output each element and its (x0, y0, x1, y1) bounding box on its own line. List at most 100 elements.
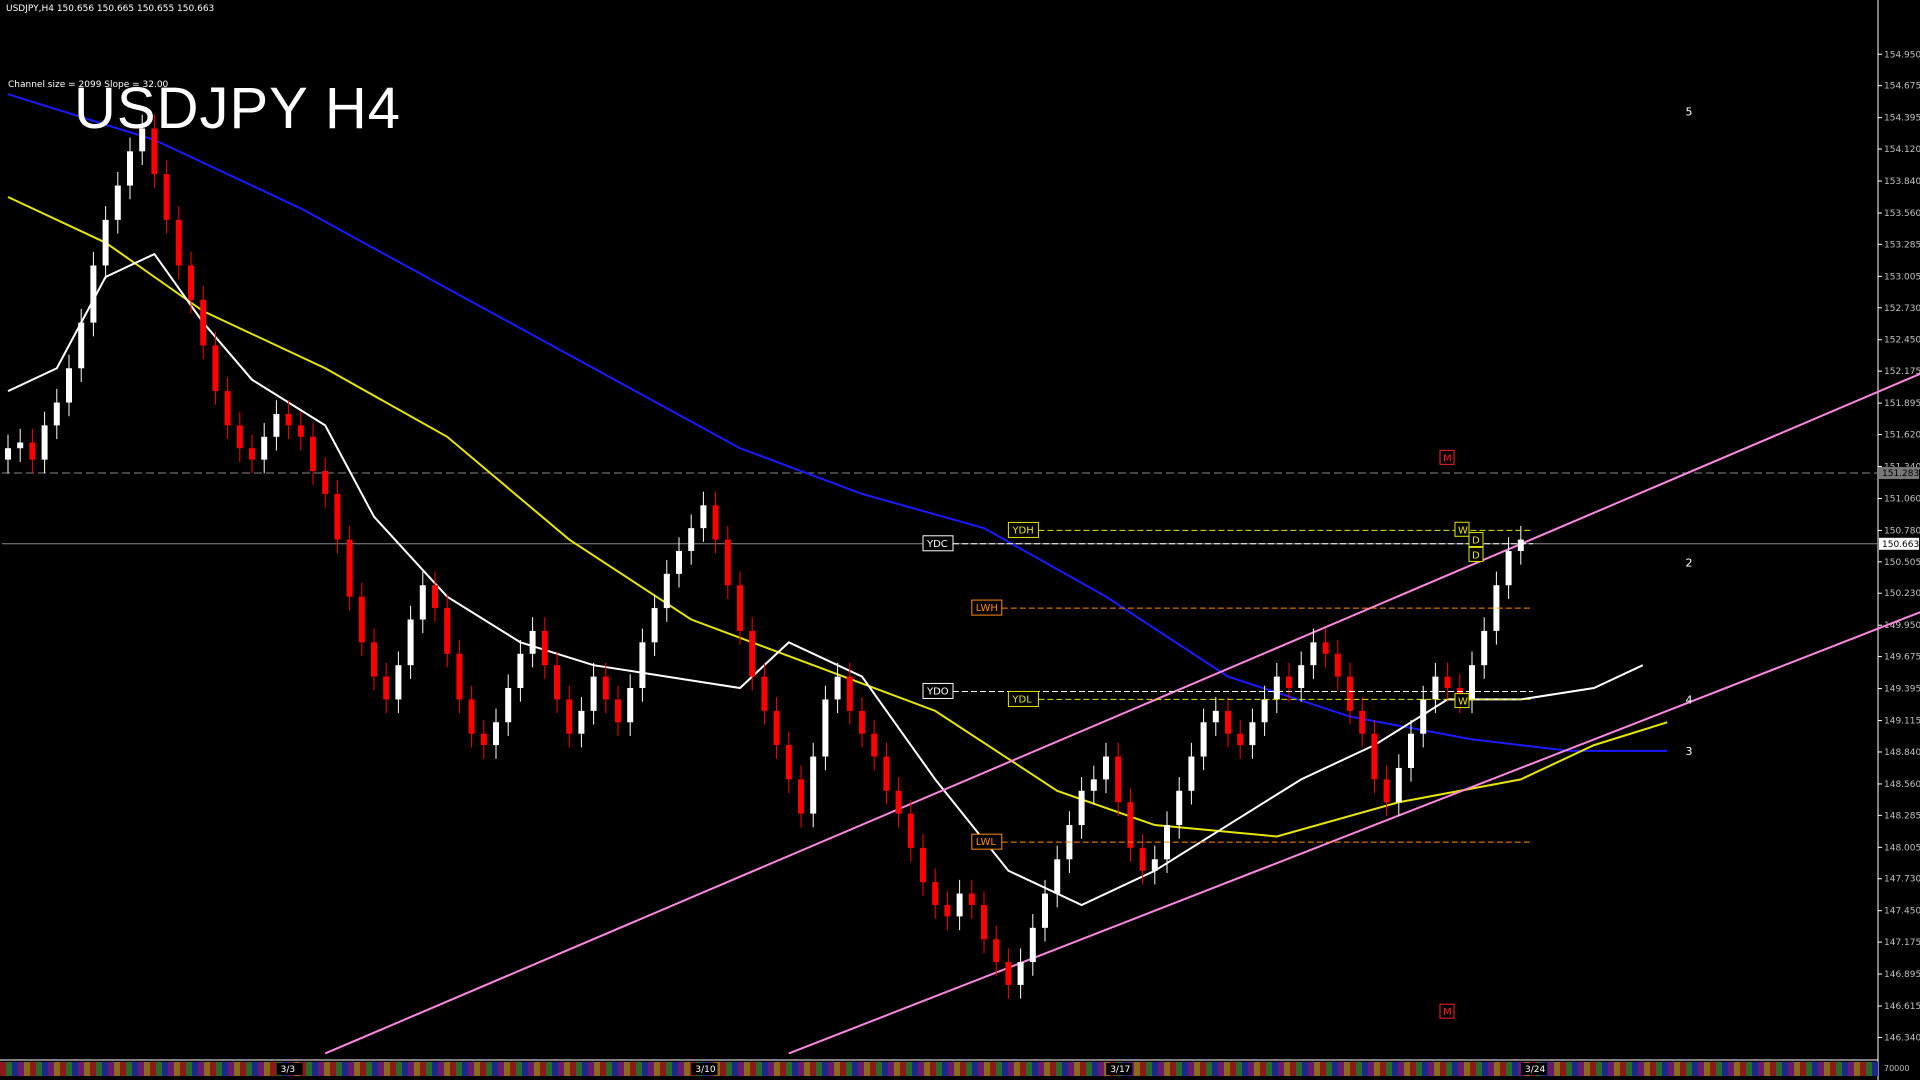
time-strip-segment (594, 1062, 600, 1076)
time-strip-segment (210, 1062, 216, 1076)
time-strip-segment (1626, 1062, 1632, 1076)
time-strip-segment (1164, 1062, 1170, 1076)
time-strip-segment (1710, 1062, 1716, 1076)
candle-body (5, 448, 11, 460)
time-strip-segment (930, 1062, 936, 1076)
time-strip-segment (1674, 1062, 1680, 1076)
time-strip-segment (516, 1062, 522, 1076)
time-strip-segment (606, 1062, 612, 1076)
time-strip-segment (78, 1062, 84, 1076)
time-strip-segment (1554, 1062, 1560, 1076)
time-strip-segment (90, 1062, 96, 1076)
time-strip-segment (1020, 1062, 1026, 1076)
time-strip-segment (84, 1062, 90, 1076)
time-strip-segment (804, 1062, 810, 1076)
price-tick-label: 152.450 (1884, 336, 1920, 346)
wave-label: 3 (1686, 745, 1693, 758)
time-strip-segment (918, 1062, 924, 1076)
time-strip-segment (846, 1062, 852, 1076)
time-strip-segment (138, 1062, 144, 1076)
wave-label: 4 (1686, 693, 1693, 706)
time-strip-segment (426, 1062, 432, 1076)
chart-root: 154.950 154.675 154.395 154.120 153.840 153.5… (0, 0, 1920, 1080)
price-tick-label: 146.340 (1884, 1033, 1920, 1043)
price-tick-label: 152.730 (1884, 304, 1920, 314)
candle-body (407, 619, 414, 666)
time-strip-segment (882, 1062, 888, 1076)
time-strip-segment (1656, 1062, 1662, 1076)
timeframe-marker-label: W (1458, 697, 1468, 708)
time-strip-segment (1194, 1062, 1200, 1076)
time-strip-segment (258, 1062, 264, 1076)
candle-body (358, 596, 365, 643)
time-strip-segment (1098, 1062, 1104, 1076)
time-strip-segment (576, 1062, 582, 1076)
time-strip-segment (366, 1062, 372, 1076)
candle-body (285, 413, 292, 426)
candle-body (468, 699, 475, 734)
candle-body (1359, 710, 1366, 734)
candle-body (1188, 756, 1195, 791)
time-strip-segment (1488, 1062, 1494, 1076)
time-strip-segment (1320, 1062, 1326, 1076)
time-strip-segment (378, 1062, 384, 1076)
time-strip-segment (1770, 1062, 1776, 1076)
candle-body (334, 493, 341, 540)
time-strip-segment (330, 1062, 336, 1076)
candle-body (700, 505, 707, 529)
candle-body (749, 630, 756, 677)
time-strip-segment (48, 1062, 54, 1076)
time-strip-segment (1302, 1062, 1308, 1076)
time-strip-segment (948, 1062, 954, 1076)
date-label: 3/3 (281, 1065, 295, 1075)
time-strip-segment (780, 1062, 786, 1076)
time-strip-segment (216, 1062, 222, 1076)
time-strip-segment (1284, 1062, 1290, 1076)
candle-body (1054, 859, 1061, 894)
time-strip-segment (588, 1062, 594, 1076)
time-strip-segment (114, 1062, 120, 1076)
time-strip-segment (1428, 1062, 1434, 1076)
time-strip-segment (822, 1062, 828, 1076)
price-marker-label: 150.663 (1882, 540, 1919, 550)
time-strip-segment (306, 1062, 312, 1076)
candle-body (480, 733, 487, 746)
time-strip-segment (960, 1062, 966, 1076)
time-strip-segment (900, 1062, 906, 1076)
candle-body (1298, 665, 1305, 689)
candle-body (1286, 676, 1292, 689)
time-strip-segment (1380, 1062, 1386, 1076)
time-strip-segment (396, 1062, 402, 1076)
time-strip-segment (990, 1062, 996, 1076)
time-strip-segment (1050, 1062, 1056, 1076)
time-strip-segment (684, 1062, 690, 1076)
time-strip-segment (1734, 1062, 1740, 1076)
time-strip-segment (1764, 1062, 1770, 1076)
candle-body (419, 585, 426, 620)
time-strip-segment (1758, 1062, 1764, 1076)
time-strip-segment (1080, 1062, 1086, 1076)
time-strip-segment (744, 1062, 750, 1076)
time-strip-segment (1512, 1062, 1518, 1076)
time-strip-segment (564, 1062, 570, 1076)
candle-body (1432, 676, 1439, 700)
candle-body (615, 699, 621, 723)
time-strip-segment (1170, 1062, 1176, 1076)
time-strip-segment (1212, 1062, 1218, 1076)
time-strip-segment (6, 1062, 12, 1076)
symbol-quote-line: USDJPY,H4 150.656 150.665 150.655 150.66… (6, 4, 215, 14)
time-strip-segment (162, 1062, 168, 1076)
candle-body (871, 733, 878, 757)
time-strip-segment (360, 1062, 366, 1076)
candle-body (212, 345, 219, 392)
price-tick-label: 153.560 (1884, 209, 1920, 219)
candle-body (322, 471, 329, 494)
time-strip-segment (1644, 1062, 1650, 1076)
time-strip-segment (1182, 1062, 1188, 1076)
time-strip-segment (1500, 1062, 1506, 1076)
time-strip-segment (372, 1062, 378, 1076)
time-strip-segment (1410, 1062, 1416, 1076)
time-strip-segment (1326, 1062, 1332, 1076)
time-strip-segment (42, 1062, 48, 1076)
time-strip-segment (1854, 1062, 1860, 1076)
